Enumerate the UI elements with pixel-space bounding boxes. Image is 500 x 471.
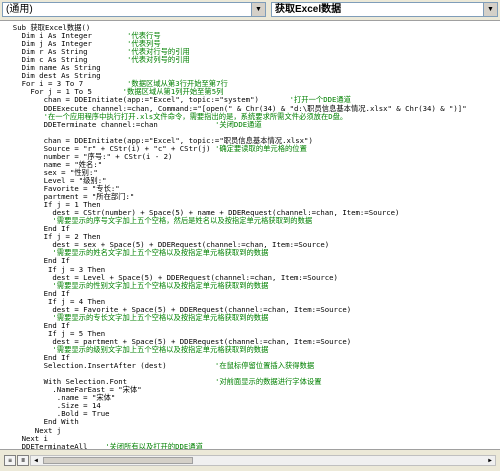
code-line[interactable]: '需要显示的姓名文字加上五个空格以及按指定单元格获取到的数据 — [52, 248, 268, 257]
scroll-left-icon[interactable]: ◀ — [31, 456, 41, 465]
code-line[interactable]: Selection.InsertAfter (dest) '在鼠标停留位置插入获… — [44, 361, 315, 370]
procedure-combo-value: 获取Excel数据 — [275, 4, 342, 15]
code-editor[interactable]: Sub 获取Excel数据() Dim i As Integer '代表行号 Dim… — [0, 21, 500, 449]
code-window-statusbar: ≡ ≣ ◀ ▶ — [0, 449, 500, 471]
code-line[interactable]: '需要显示的序号文字加上五个空格，然后是姓名以及按指定单元格获取到的数据 — [52, 216, 312, 225]
procedure-combo-dropdown-icon[interactable]: ▼ — [483, 3, 497, 16]
procedure-view-icon[interactable]: ≡ — [4, 455, 16, 466]
full-module-view-icon[interactable]: ≣ — [17, 455, 29, 466]
code-text: DDETerminate channel:=chan — [43, 119, 158, 129]
object-combo-dropdown-icon[interactable]: ▼ — [251, 3, 265, 16]
code-line[interactable]: '需要显示的性别文字加上五个空格以及按指定单元格获取到的数据 — [52, 281, 268, 290]
scroll-right-icon[interactable]: ▶ — [485, 456, 495, 465]
object-combo[interactable]: (通用) ▼ — [2, 2, 266, 17]
code-comment: '对前面显示的数据进行字体设置 — [127, 377, 322, 387]
code-comment: '在鼠标停留位置插入获得数据 — [166, 361, 315, 371]
code-text: DDETerminateAll — [21, 441, 88, 449]
code-line[interactable]: DDETerminate channel:=chan '关闭DDE通道 — [44, 120, 262, 129]
procedure-combo[interactable]: 获取Excel数据 ▼ — [271, 2, 498, 17]
code-window-toolbar: (通用) ▼ 获取Excel数据 ▼ — [0, 0, 500, 21]
code-line[interactable]: DDETerminateAll '关闭所有以及打开的DDE通道 — [22, 442, 203, 449]
code-line[interactable]: '需要显示的专长文字加上五个空格以及按指定单元格获取到的数据 — [52, 313, 268, 322]
code-comment: '需要显示的专长文字加上五个空格以及按指定单元格获取到的数据 — [52, 312, 269, 322]
code-comment: '代表对列号的引用 — [87, 55, 190, 65]
horizontal-scrollbar[interactable]: ◀ ▶ — [30, 455, 496, 466]
scrollbar-thumb[interactable] — [43, 457, 193, 464]
code-comment: '需要显示的性别文字加上五个空格以及按指定单元格获取到的数据 — [52, 280, 269, 290]
code-comment: '关闭DDE通道 — [157, 119, 262, 129]
code-comment: '需要显示的级别文字加上五个空格以及按指定单元格获取到的数据 — [52, 345, 269, 354]
code-comment: '关闭所有以及打开的DDE通道 — [87, 441, 203, 449]
object-combo-value: (通用) — [6, 4, 33, 15]
code-comment: '需要显示的姓名文字加上五个空格以及按指定单元格获取到的数据 — [52, 248, 269, 258]
code-text: Selection.InsertAfter (dest) — [43, 361, 167, 371]
code-comment: '需要显示的序号文字加上五个空格，然后是姓名以及按指定单元格获取到的数据 — [52, 216, 313, 226]
code-line[interactable]: '需要显示的级别文字加上五个空格以及按指定单元格获取到的数据 — [52, 345, 268, 354]
code-comment: '确定要读取的单元格的位置 — [210, 143, 307, 153]
